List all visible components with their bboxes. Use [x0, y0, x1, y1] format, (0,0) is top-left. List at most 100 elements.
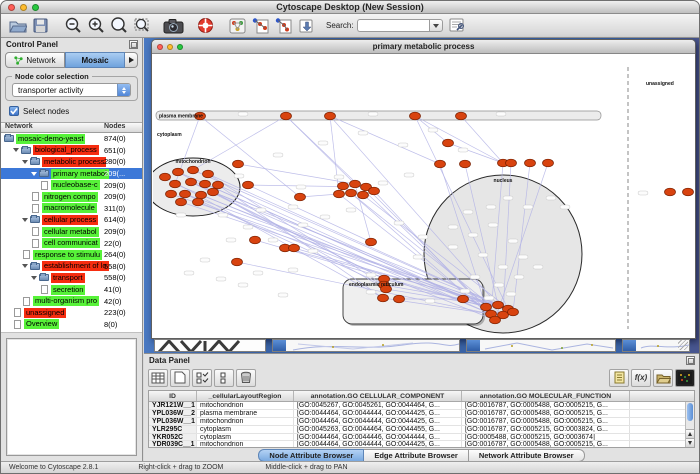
table-cell[interactable]: mitochondrion	[197, 402, 294, 409]
network-node[interactable]	[358, 191, 369, 199]
expand-arrow-icon[interactable]	[31, 276, 37, 280]
tree-row[interactable]: metabolic process280(0)	[1, 156, 142, 168]
window-titlebar[interactable]: Cytoscape Desktop (New Session)	[1, 1, 699, 14]
nodes-column-header[interactable]: Nodes	[104, 123, 125, 132]
network-snapshot-icon[interactable]	[162, 15, 185, 36]
scrollbar-thumb[interactable]	[687, 403, 693, 421]
network-node[interactable]	[233, 160, 244, 168]
background-window-fragment[interactable]	[466, 339, 616, 352]
table-cell[interactable]: YPL036W__2	[149, 410, 197, 417]
table-cell[interactable]: YDR039C__1	[149, 441, 197, 448]
tree-row[interactable]: primary metabol209(...	[1, 168, 142, 180]
network-node[interactable]	[506, 159, 517, 167]
delete-attribute-icon[interactable]	[236, 369, 256, 387]
network-node[interactable]	[350, 180, 361, 188]
table-row[interactable]: YPL036W__1mitochondrion[GO:0044464, GO:0…	[149, 418, 694, 426]
network-node[interactable]	[170, 180, 181, 188]
expand-arrow-icon[interactable]	[31, 172, 37, 176]
network-node[interactable]	[188, 166, 199, 174]
table-cell[interactable]: [GO:0045267, GO:0045261, GO:0044464, G..…	[294, 402, 462, 409]
table-row[interactable]: YKR052Ccytoplasm[GO:0044464, GO:0044446,…	[149, 434, 694, 442]
table-cell[interactable]: YPL036W__1	[149, 418, 197, 425]
network-node[interactable]	[203, 170, 214, 178]
table-vertical-scrollbar[interactable]	[685, 402, 694, 447]
background-window-fragment[interactable]	[622, 339, 690, 352]
column-header[interactable]: ID	[149, 391, 197, 401]
zoom-selected-region-icon[interactable]	[130, 15, 153, 36]
network-node[interactable]	[665, 188, 676, 196]
network-node[interactable]	[481, 303, 492, 311]
table-cell[interactable]: [GO:0016787, GO:0005215, GO:0003824, G..…	[462, 426, 630, 433]
network-node[interactable]	[295, 193, 306, 201]
tree-row[interactable]: Overview8(0)	[1, 319, 142, 331]
tree-row[interactable]: cellular process614(0)	[1, 214, 142, 226]
network-node[interactable]	[683, 188, 694, 196]
network-node[interactable]	[456, 112, 467, 120]
network-node[interactable]	[173, 168, 184, 176]
tree-row[interactable]: macromolecule311(0)	[1, 203, 142, 215]
birds-eye-view[interactable]	[6, 338, 137, 456]
float-panel-icon[interactable]	[129, 40, 138, 49]
table-cell[interactable]: [GO:0016787, GO:0005488, GO:0005215, G..…	[462, 402, 630, 409]
network-window-titlebar[interactable]: primary metabolic process	[152, 40, 695, 54]
table-cell[interactable]: [GO:0016787, GO:0005488, GO:0005215, G..…	[462, 418, 630, 425]
tree-row[interactable]: cellular metabol209(0)	[1, 226, 142, 238]
network-node[interactable]	[346, 189, 357, 197]
network-node[interactable]	[490, 316, 501, 324]
open-file-icon[interactable]	[6, 15, 29, 36]
network-node[interactable]	[493, 301, 504, 309]
tree-row[interactable]: biological_process651(0)	[1, 145, 142, 157]
more-tabs-button[interactable]	[125, 52, 138, 68]
tree-row[interactable]: transport558(0)	[1, 272, 142, 284]
network-node[interactable]	[281, 112, 292, 120]
select-nodes-checkbox[interactable]	[9, 106, 19, 116]
network-view-window[interactable]: primary metabolic process plasma membran…	[151, 39, 696, 339]
table-row[interactable]: YLR295Ccytoplasm[GO:0045263, GO:0044464,…	[149, 426, 694, 434]
close-window-icon[interactable]	[8, 4, 15, 11]
attribute-batch-editor-icon[interactable]	[609, 369, 629, 387]
network-node[interactable]	[334, 190, 345, 198]
tree-row[interactable]: nitrogen compo209(0)	[1, 191, 142, 203]
expand-arrow-icon[interactable]	[22, 264, 28, 268]
network-node[interactable]	[458, 295, 469, 303]
vizmapper-icon[interactable]	[226, 15, 249, 36]
table-row[interactable]: YJR121W__1mitochondrion[GO:0045267, GO:0…	[149, 402, 694, 410]
column-header[interactable]: _cellularLayoutRegion	[197, 391, 294, 401]
expand-arrow-icon[interactable]	[22, 218, 28, 222]
background-window-fragment[interactable]	[154, 339, 266, 352]
table-cell[interactable]: YKR052C	[149, 434, 197, 441]
network-node[interactable]	[232, 258, 243, 266]
network-node[interactable]	[193, 198, 204, 206]
network-node[interactable]	[160, 173, 171, 181]
network-node[interactable]	[208, 188, 219, 196]
select-attributes-icon[interactable]	[192, 369, 212, 387]
function-builder-icon[interactable]: f(x)	[631, 369, 651, 387]
network-node[interactable]	[443, 139, 454, 147]
zoom-window-icon[interactable]	[32, 4, 39, 11]
table-cell[interactable]: cytoplasm	[197, 426, 294, 433]
background-window-fragment[interactable]	[272, 339, 460, 352]
table-row[interactable]: YPL036W__2plasma membrane[GO:0044464, GO…	[149, 410, 694, 418]
table-cell[interactable]: mitochondrion	[197, 418, 294, 425]
network-node[interactable]	[508, 308, 519, 316]
unselect-attributes-icon[interactable]	[214, 369, 234, 387]
network-canvas[interactable]: plasma membranecytoplasmmitochondrionnuc…	[153, 55, 694, 338]
network-node[interactable]	[186, 178, 197, 186]
close-network-window-icon[interactable]	[157, 44, 163, 50]
network-node[interactable]	[176, 198, 187, 206]
table-cell[interactable]: [GO:0044464, GO:0044444, GO:0044425, G..…	[294, 418, 462, 425]
column-header[interactable]: annotation.GO MOLECULAR_FUNCTION	[462, 391, 630, 401]
minimize-window-icon[interactable]	[20, 4, 27, 11]
tree-row[interactable]: cell communicat22(0)	[1, 237, 142, 249]
table-cell[interactable]: mitochondrion	[197, 441, 294, 448]
zoom-fit-icon[interactable]	[107, 15, 130, 36]
scroll-up-button[interactable]	[686, 429, 694, 438]
network-node[interactable]	[338, 182, 349, 190]
search-dropdown-button[interactable]	[429, 19, 443, 32]
expand-arrow-icon[interactable]	[22, 160, 28, 164]
attribute-matrix-icon[interactable]	[675, 369, 695, 387]
table-cell[interactable]: YLR295C	[149, 426, 197, 433]
tab-mosaic[interactable]: Mosaic	[65, 52, 125, 68]
network-node[interactable]	[525, 159, 536, 167]
network-node[interactable]	[366, 238, 377, 246]
